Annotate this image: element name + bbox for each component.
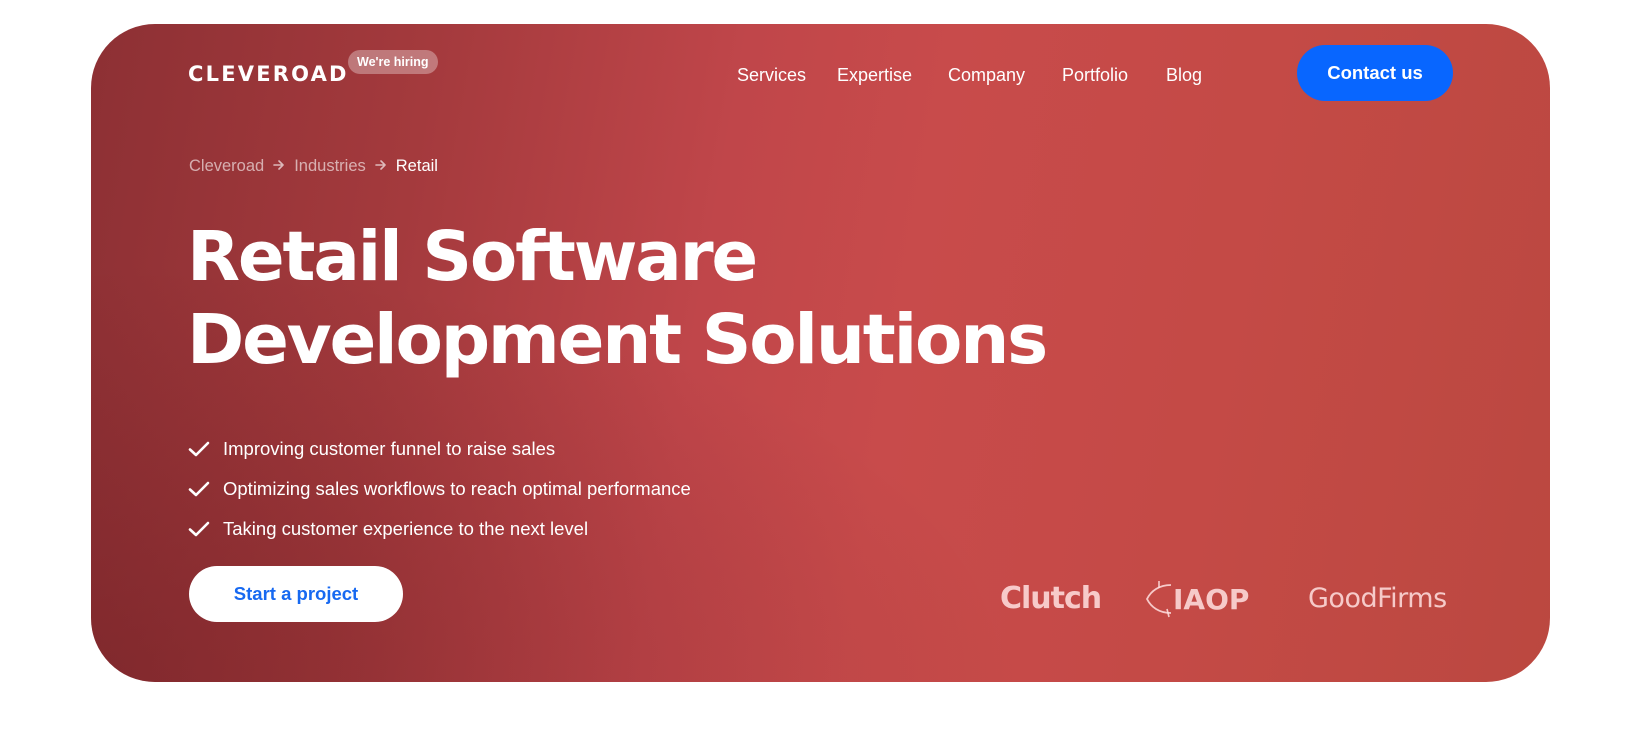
hero-banner: CLEVEROAD We're hiring Services Expertis… [91, 24, 1550, 682]
rating-badges: Clutch IAOP GoodFirms [91, 579, 1550, 619]
page-title: Retail Software Development Solutions [187, 216, 1048, 382]
contact-us-button[interactable]: Contact us [1297, 45, 1453, 101]
arrow-right-icon [374, 154, 387, 178]
title-line-2: Development Solutions [187, 300, 1048, 380]
feature-item: Improving customer funnel to raise sales [188, 429, 691, 469]
check-icon [188, 521, 210, 537]
nav-portfolio[interactable]: Portfolio [1062, 60, 1128, 90]
goodfirms-logo[interactable]: GoodFirms [1308, 579, 1447, 619]
nav-expertise[interactable]: Expertise [837, 60, 912, 90]
feature-item: Taking customer experience to the next l… [188, 509, 691, 549]
feature-text: Optimizing sales workflows to reach opti… [223, 478, 691, 499]
feature-text: Taking customer experience to the next l… [223, 518, 589, 539]
check-icon [188, 481, 210, 497]
check-icon [188, 441, 210, 457]
iaop-arc-icon [1145, 581, 1172, 618]
feature-text: Improving customer funnel to raise sales [223, 438, 556, 459]
nav-services[interactable]: Services [737, 60, 806, 90]
nav-blog[interactable]: Blog [1166, 60, 1202, 90]
clutch-logo[interactable]: Clutch [1000, 579, 1102, 619]
title-line-1: Retail Software [187, 217, 758, 297]
arrow-right-icon [273, 154, 285, 178]
iaop-logo[interactable]: IAOP [1145, 579, 1249, 619]
feature-item: Optimizing sales workflows to reach opti… [188, 469, 691, 509]
breadcrumb-cleveroad[interactable]: Cleveroad [189, 154, 264, 178]
breadcrumb-industries[interactable]: Industries [294, 154, 366, 178]
breadcrumb: Cleveroad Industries Retail [189, 154, 438, 178]
nav-company[interactable]: Company [948, 60, 1025, 90]
iaop-text: IAOP [1173, 582, 1250, 616]
feature-list: Improving customer funnel to raise sales… [188, 429, 691, 549]
breadcrumb-retail: Retail [395, 157, 438, 175]
